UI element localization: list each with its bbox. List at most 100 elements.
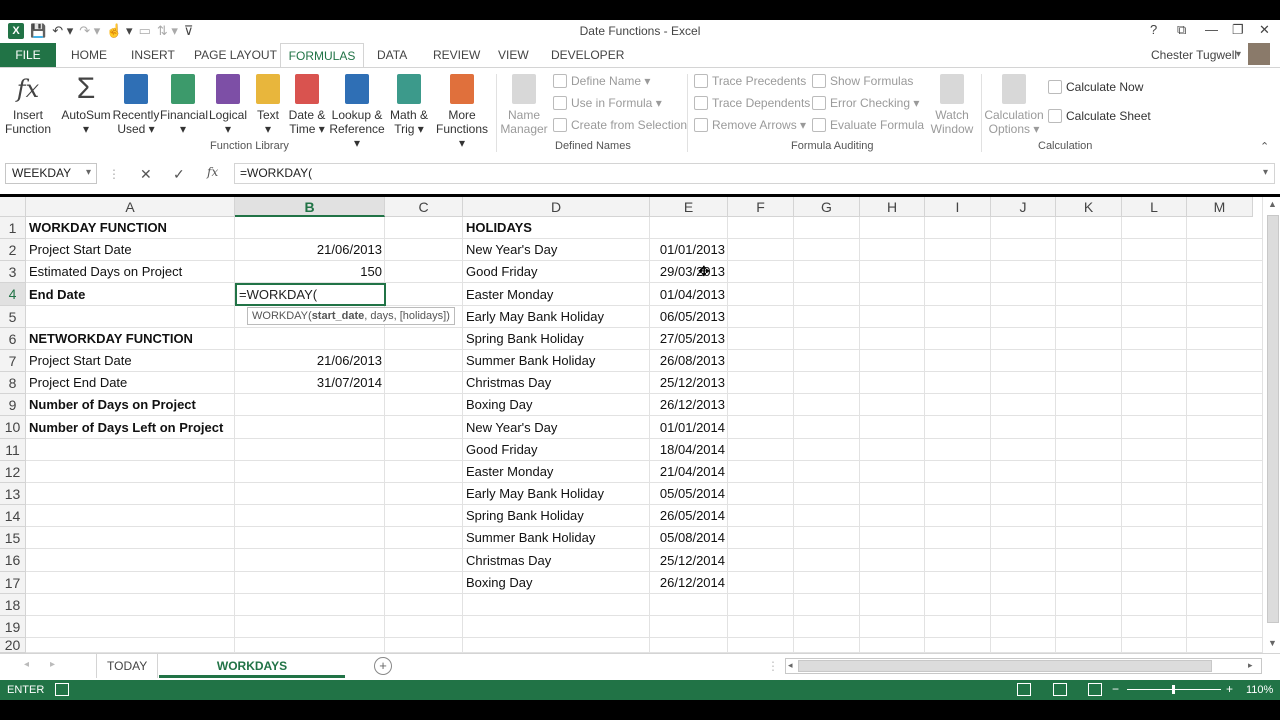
next-sheet-icon[interactable]: ▸	[50, 659, 55, 670]
column-header-e[interactable]: E	[650, 197, 728, 217]
normal-view-icon[interactable]	[1017, 683, 1031, 696]
tab-insert[interactable]: INSERT	[131, 48, 175, 62]
cell-d9[interactable]: Boxing Day	[466, 394, 647, 416]
avatar[interactable]	[1248, 43, 1270, 65]
trace-precedents-button[interactable]: Trace Precedents	[694, 74, 806, 88]
row-header-20[interactable]: 20	[0, 638, 26, 653]
cell-e8[interactable]: 25/12/2013	[653, 372, 725, 394]
row-header-9[interactable]: 9	[0, 394, 26, 416]
scroll-down-icon[interactable]: ▼	[1268, 638, 1277, 648]
calculate-now-button[interactable]: Calculate Now	[1048, 80, 1143, 94]
show-formulas-button[interactable]: Show Formulas	[812, 74, 913, 88]
cancel-icon[interactable]: ✕	[140, 166, 152, 183]
expand-formula-bar-icon[interactable]: ▾	[1263, 167, 1268, 178]
column-header-c[interactable]: C	[385, 197, 463, 217]
row-header-13[interactable]: 13	[0, 483, 26, 505]
zoom-level[interactable]: 110%	[1246, 684, 1273, 696]
cell-d6[interactable]: Spring Bank Holiday	[466, 328, 647, 350]
close-icon[interactable]: ✕	[1259, 22, 1270, 38]
cell-d12[interactable]: Easter Monday	[466, 461, 647, 483]
sort-icon[interactable]: ⇅ ▾	[157, 23, 178, 39]
cell-b3[interactable]: 150	[238, 261, 382, 283]
scroll-right-icon[interactable]: ▸	[1248, 660, 1253, 671]
column-header-h[interactable]: H	[860, 197, 925, 217]
cell-a7[interactable]: Project Start Date	[29, 350, 232, 372]
active-cell-b4[interactable]: =WORKDAY(	[235, 283, 386, 306]
cell-d13[interactable]: Early May Bank Holiday	[466, 483, 647, 505]
cell-e13[interactable]: 05/05/2014	[653, 483, 725, 505]
more-functions-button[interactable]: More Functions ▾	[432, 74, 492, 150]
cell-e15[interactable]: 05/08/2014	[653, 527, 725, 549]
tab-view[interactable]: VIEW	[498, 48, 529, 62]
worksheet-grid[interactable]: ABCDEFGHIJKLM 1 2 3 4 5 6 7 8 9 10 11 12 13 14 15 16 17 1…	[0, 197, 1262, 653]
tab-data[interactable]: DATA	[377, 48, 407, 62]
page-layout-view-icon[interactable]	[1053, 683, 1067, 696]
autosum-button[interactable]: Σ AutoSum ▾	[60, 74, 112, 137]
row-header-17[interactable]: 17	[0, 572, 26, 594]
cell-e4[interactable]: 01/04/2013	[653, 283, 725, 306]
vertical-scrollbar[interactable]: ▲ ▼	[1262, 197, 1280, 653]
cell-d14[interactable]: Spring Bank Holiday	[466, 505, 647, 527]
row-header-2[interactable]: 2	[0, 239, 26, 261]
cell-a6[interactable]: NETWORKDAY FUNCTION	[29, 328, 232, 350]
cell-d11[interactable]: Good Friday	[466, 439, 647, 461]
form-icon[interactable]: ▭	[139, 23, 151, 39]
tab-file[interactable]: FILE	[0, 43, 56, 67]
zoom-in-icon[interactable]: +	[1226, 682, 1233, 696]
cell-a3[interactable]: Estimated Days on Project	[29, 261, 232, 283]
insert-function-icon[interactable]: fx	[207, 165, 218, 179]
cell-d15[interactable]: Summer Bank Holiday	[466, 527, 647, 549]
column-header-f[interactable]: F	[728, 197, 794, 217]
touch-mode-icon[interactable]: ☝ ▾	[106, 23, 132, 39]
text-button[interactable]: Text ▾	[250, 74, 286, 136]
tab-page-layout[interactable]: PAGE LAYOUT	[194, 48, 277, 62]
lookup-reference-button[interactable]: Lookup & Reference ▾	[328, 74, 386, 150]
zoom-out-icon[interactable]: −	[1112, 682, 1119, 696]
create-from-selection-button[interactable]: Create from Selection	[553, 118, 687, 132]
row-header-7[interactable]: 7	[0, 350, 26, 372]
row-header-8[interactable]: 8	[0, 372, 26, 394]
row-header-12[interactable]: 12	[0, 461, 26, 483]
row-header-11[interactable]: 11	[0, 439, 26, 461]
cell-d10[interactable]: New Year's Day	[466, 416, 647, 439]
cell-a1[interactable]: WORKDAY FUNCTION	[29, 217, 232, 239]
row-header-16[interactable]: 16	[0, 549, 26, 572]
row-header-5[interactable]: 5	[0, 306, 26, 328]
name-box-dropdown-icon[interactable]: ▾	[86, 167, 91, 178]
cell-e7[interactable]: 26/08/2013	[653, 350, 725, 372]
trace-dependents-button[interactable]: Trace Dependents	[694, 96, 810, 110]
page-break-view-icon[interactable]	[1088, 683, 1102, 696]
define-name-button[interactable]: Define Name ▾	[553, 74, 650, 88]
add-sheet-icon[interactable]: +	[374, 657, 392, 675]
cell-a10[interactable]: Number of Days Left on Project	[29, 416, 232, 439]
cell-d17[interactable]: Boxing Day	[466, 572, 647, 594]
user-name[interactable]: Chester Tugwell	[1151, 48, 1237, 62]
cell-a4[interactable]: End Date	[29, 283, 232, 306]
financial-button[interactable]: Financial ▾	[160, 74, 208, 136]
restore-icon[interactable]: ❐	[1232, 22, 1244, 38]
row-header-18[interactable]: 18	[0, 594, 26, 616]
cell-d7[interactable]: Summer Bank Holiday	[466, 350, 647, 372]
cell-d4[interactable]: Easter Monday	[466, 283, 647, 306]
evaluate-formula-button[interactable]: Evaluate Formula	[812, 118, 924, 132]
calculate-sheet-button[interactable]: Calculate Sheet	[1048, 109, 1151, 123]
minimize-icon[interactable]: —	[1205, 22, 1218, 37]
column-header-b[interactable]: B	[235, 197, 385, 217]
sheet-tab-workdays-networkdays[interactable]: WORKDAYS NETWORKDAYS	[159, 654, 345, 697]
cell-e9[interactable]: 26/12/2013	[653, 394, 725, 416]
collapse-ribbon-icon[interactable]: ⌃	[1260, 140, 1269, 153]
error-checking-button[interactable]: Error Checking ▾	[812, 96, 919, 110]
prev-sheet-icon[interactable]: ◂	[24, 659, 29, 670]
tab-split-handle-icon[interactable]: ⋮	[767, 659, 779, 673]
formula-input[interactable]: =WORKDAY(	[234, 163, 1275, 184]
cell-e11[interactable]: 18/04/2014	[653, 439, 725, 461]
cell-d5[interactable]: Early May Bank Holiday	[466, 306, 647, 328]
insert-function-button[interactable]: fx Insert Function	[2, 74, 54, 136]
math-trig-button[interactable]: Math & Trig ▾	[386, 74, 432, 136]
zoom-slider-thumb[interactable]	[1172, 685, 1175, 694]
cell-e14[interactable]: 26/05/2014	[653, 505, 725, 527]
column-header-k[interactable]: K	[1056, 197, 1122, 217]
date-time-button[interactable]: Date & Time ▾	[286, 74, 328, 136]
enter-check-icon[interactable]: ✓	[173, 166, 185, 183]
undo-icon[interactable]: ↶ ▾	[52, 23, 73, 39]
